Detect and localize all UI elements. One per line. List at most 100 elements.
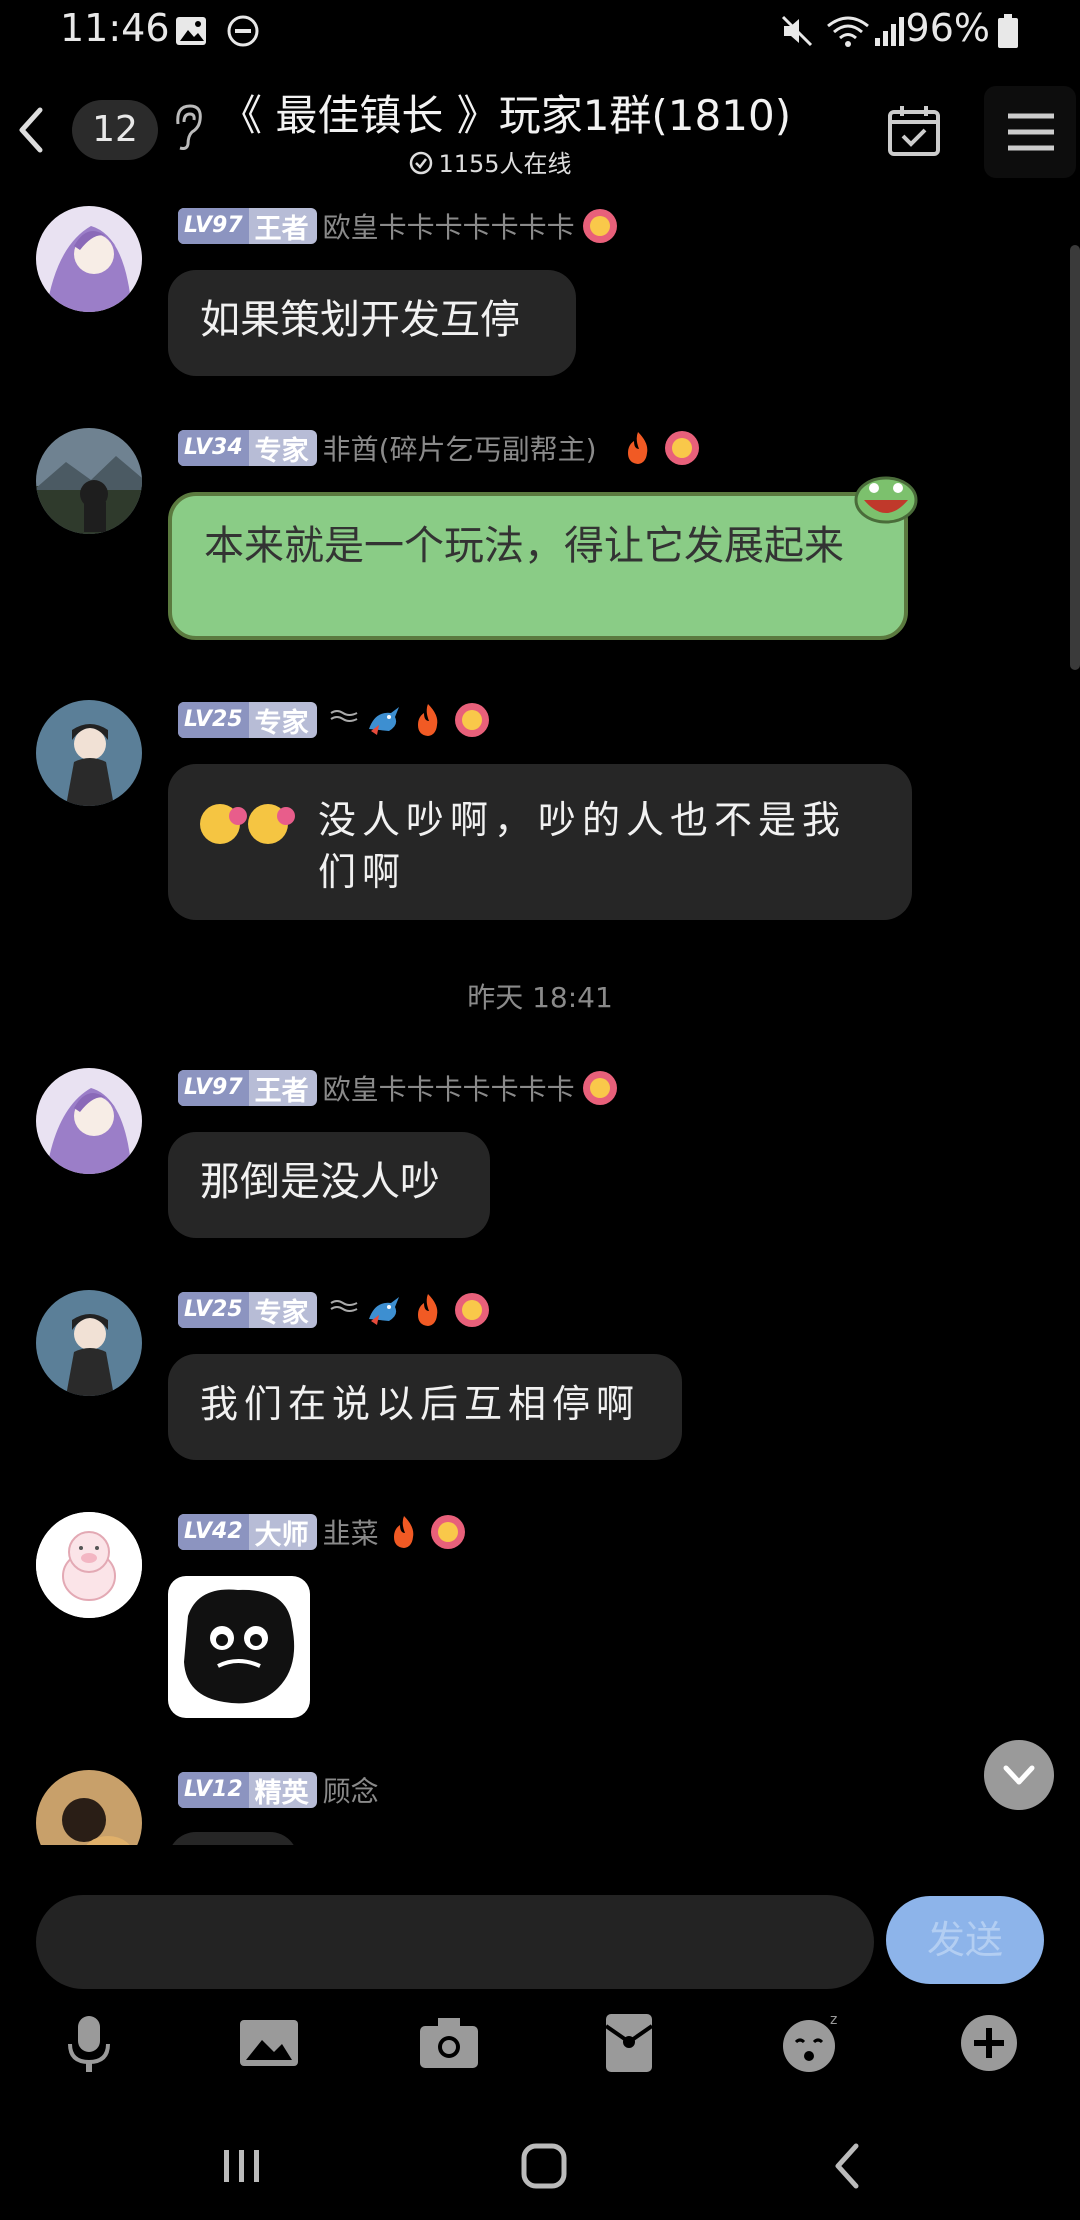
svg-text:z: z bbox=[830, 2012, 837, 2028]
group-title[interactable]: 《 最佳镇长 》玩家1群(1810) bbox=[220, 82, 791, 143]
gallery-notification-icon bbox=[176, 17, 206, 45]
bubble-monster-decoration-icon bbox=[854, 476, 918, 524]
level-number: LV25 bbox=[178, 1292, 249, 1328]
camera-icon[interactable] bbox=[416, 2010, 482, 2076]
flower-face-icon bbox=[430, 1515, 465, 1549]
message-meta: LV97 王者 欧皇卡卡卡卡卡卡卡 bbox=[178, 206, 619, 246]
level-badge: LV97 王者 bbox=[178, 208, 317, 244]
ear-icon[interactable] bbox=[168, 96, 206, 156]
back-nav-icon[interactable] bbox=[818, 2140, 878, 2192]
dnd-icon bbox=[227, 15, 259, 47]
level-badge: LV34 专家 bbox=[178, 430, 317, 466]
rank-title: 王者 bbox=[254, 1075, 309, 1107]
nickname[interactable]: 欧皇卡卡卡卡卡卡卡 bbox=[323, 206, 575, 246]
avatar[interactable] bbox=[36, 428, 142, 534]
wave-icon bbox=[330, 1300, 358, 1312]
level-number: LV97 bbox=[178, 1070, 249, 1106]
dragon-icon bbox=[368, 707, 399, 735]
nickname[interactable]: 韭菜 bbox=[323, 1512, 379, 1552]
wifi-icon bbox=[827, 16, 869, 47]
fire-icon bbox=[393, 1516, 413, 1548]
back-icon[interactable] bbox=[8, 100, 52, 160]
check-circle-icon bbox=[410, 151, 433, 175]
sticker-image[interactable] bbox=[168, 1576, 310, 1718]
battery-percent: 96% bbox=[905, 6, 990, 50]
calendar-check-icon[interactable] bbox=[886, 102, 942, 158]
flower-face-icon bbox=[582, 209, 617, 243]
menu-button[interactable] bbox=[984, 86, 1076, 178]
level-number: LV42 bbox=[178, 1514, 249, 1550]
avatar[interactable] bbox=[36, 1770, 142, 1845]
message-bubble[interactable]: 我们在说以后互相停啊 bbox=[168, 1354, 682, 1460]
plus-icon[interactable] bbox=[956, 2010, 1022, 2076]
avatar[interactable] bbox=[36, 1290, 142, 1396]
avatar[interactable] bbox=[36, 1512, 142, 1618]
level-badge: LV25 专家 bbox=[178, 1292, 317, 1328]
level-badge: LV12 精英 bbox=[178, 1772, 317, 1808]
fire-icon bbox=[627, 432, 647, 464]
online-count-text: 1155人在线 bbox=[438, 150, 572, 178]
status-bar: 11:46 96% bbox=[0, 0, 1080, 62]
unread-count-badge[interactable]: 12 bbox=[72, 100, 158, 160]
avatar[interactable] bbox=[36, 1068, 142, 1174]
message-meta: LV97 王者 欧皇卡卡卡卡卡卡卡 bbox=[178, 1068, 619, 1108]
message-input[interactable] bbox=[36, 1895, 874, 1989]
recent-apps-icon[interactable] bbox=[212, 2140, 272, 2192]
image-icon[interactable] bbox=[236, 2010, 302, 2076]
scroll-to-bottom-button[interactable] bbox=[984, 1740, 1054, 1810]
flower-face-icon bbox=[664, 431, 699, 465]
rank-title: 专家 bbox=[254, 1297, 309, 1329]
dragon-icon bbox=[368, 1297, 399, 1325]
nickname[interactable]: 欧皇卡卡卡卡卡卡卡 bbox=[323, 1068, 575, 1108]
level-badge: LV97 王者 bbox=[178, 1070, 317, 1106]
message-bubble[interactable] bbox=[168, 1832, 298, 1845]
flower-face-icon bbox=[454, 1293, 489, 1327]
level-badge: LV42 大师 bbox=[178, 1514, 317, 1550]
rank-title: 王者 bbox=[254, 213, 309, 245]
rank-title: 专家 bbox=[254, 435, 309, 467]
fire-icon bbox=[417, 1294, 437, 1326]
message-bubble[interactable]: 那倒是没人吵 bbox=[168, 1132, 490, 1238]
message-meta: LV25 专家 bbox=[178, 700, 491, 740]
rank-title: 大师 bbox=[254, 1519, 309, 1551]
composer-tools: z bbox=[0, 2010, 1080, 2076]
message-meta: LV42 大师 韭菜 bbox=[178, 1512, 467, 1552]
level-number: LV12 bbox=[178, 1772, 249, 1808]
level-number: LV25 bbox=[178, 702, 249, 738]
battery-icon bbox=[998, 14, 1018, 48]
message-meta: LV25 专家 bbox=[178, 1290, 491, 1330]
avatar[interactable] bbox=[36, 700, 142, 806]
time-divider: 昨天 18:41 bbox=[467, 981, 613, 1014]
send-button[interactable]: 发送 bbox=[886, 1896, 1044, 1984]
status-time: 11:46 bbox=[60, 6, 170, 50]
chat-header: 12 《 最佳镇长 》玩家1群(1810) 1155人在线 bbox=[0, 62, 1080, 180]
wave-icon bbox=[330, 710, 358, 722]
online-count: 1155人在线 bbox=[300, 144, 680, 179]
nickname[interactable]: 顾念 bbox=[323, 1770, 379, 1810]
message-meta: LV12 精英 顾念 bbox=[178, 1770, 379, 1810]
sticker-emoji-icon bbox=[200, 804, 295, 844]
menu-icon bbox=[1008, 113, 1054, 151]
home-icon[interactable] bbox=[514, 2140, 574, 2192]
black-blob-sticker-icon bbox=[184, 1589, 295, 1704]
flower-face-icon bbox=[582, 1071, 617, 1105]
level-number: LV34 bbox=[178, 430, 249, 466]
rank-title: 专家 bbox=[254, 707, 309, 739]
message-meta: LV34 专家 非酋(碎片乞丐副帮主) bbox=[178, 428, 701, 468]
message-bubble[interactable]: 如果策划开发互停 bbox=[168, 270, 576, 376]
flower-face-icon bbox=[454, 703, 489, 737]
nickname[interactable]: 非酋(碎片乞丐副帮主) bbox=[323, 428, 597, 468]
level-number: LV97 bbox=[178, 208, 249, 244]
system-nav-bar bbox=[0, 2110, 1080, 2220]
chevron-down-icon bbox=[1003, 1765, 1035, 1785]
red-packet-icon[interactable] bbox=[596, 2010, 662, 2076]
message-bubble-themed[interactable]: 本来就是一个玩法，得让它发展起来 bbox=[168, 492, 908, 640]
message-list[interactable]: LV97 王者 欧皇卡卡卡卡卡卡卡 如果策划开发互停 LV34 专家 非酋(碎片乞丐… bbox=[0, 180, 1080, 1845]
mute-icon bbox=[781, 15, 813, 47]
composer: 发送 bbox=[0, 1880, 1080, 2000]
fire-icon bbox=[417, 704, 437, 736]
level-badge: LV25 专家 bbox=[178, 702, 317, 738]
sticker-emoji-face-icon[interactable]: z bbox=[776, 2010, 842, 2076]
microphone-icon[interactable] bbox=[56, 2010, 122, 2076]
avatar[interactable] bbox=[36, 206, 142, 312]
